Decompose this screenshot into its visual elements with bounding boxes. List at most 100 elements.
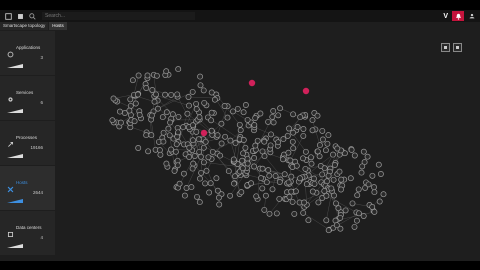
host-node[interactable] <box>173 141 180 148</box>
host-node[interactable] <box>355 186 362 193</box>
host-node[interactable] <box>262 192 269 199</box>
host-node[interactable] <box>205 154 212 161</box>
host-node[interactable] <box>202 138 209 145</box>
host-node[interactable] <box>201 99 208 106</box>
host-node[interactable] <box>153 72 160 79</box>
host-node[interactable] <box>267 142 274 149</box>
host-node[interactable] <box>334 145 341 152</box>
host-node[interactable] <box>222 133 229 140</box>
tab-smartscape[interactable]: Smartscape topology <box>0 22 49 30</box>
host-node[interactable] <box>236 121 243 128</box>
host-node[interactable] <box>238 189 245 196</box>
host-node[interactable] <box>195 136 202 143</box>
host-node[interactable] <box>248 180 255 187</box>
host-node[interactable] <box>190 160 197 167</box>
tab-hosts[interactable]: Hosts <box>49 22 67 30</box>
host-node[interactable] <box>131 118 138 125</box>
host-node[interactable] <box>180 124 187 131</box>
host-node[interactable] <box>356 210 362 217</box>
host-node[interactable] <box>169 111 176 118</box>
host-node[interactable] <box>257 110 264 117</box>
host-node[interactable] <box>300 132 307 139</box>
host-node[interactable] <box>290 129 297 136</box>
host-node[interactable] <box>208 109 215 116</box>
host-node[interactable] <box>342 207 349 214</box>
host-node[interactable] <box>186 102 192 109</box>
host-node[interactable] <box>143 85 150 91</box>
host-node[interactable] <box>270 108 277 114</box>
host-node[interactable] <box>200 87 207 94</box>
host-node[interactable] <box>280 156 286 163</box>
host-node[interactable] <box>153 91 159 98</box>
host-node[interactable] <box>365 181 372 188</box>
host-node[interactable] <box>242 144 249 151</box>
host-node[interactable] <box>331 162 338 168</box>
host-node[interactable] <box>232 173 238 180</box>
host-node[interactable] <box>132 100 139 107</box>
host-node[interactable] <box>198 169 205 176</box>
host-node[interactable] <box>175 66 182 73</box>
host-node[interactable] <box>351 223 358 230</box>
host-node[interactable] <box>116 108 123 115</box>
home-icon[interactable] <box>16 12 24 20</box>
host-node[interactable] <box>380 191 387 198</box>
host-node[interactable] <box>253 193 260 200</box>
host-node[interactable] <box>324 140 331 147</box>
host-node[interactable] <box>127 96 134 103</box>
host-node[interactable] <box>196 199 203 206</box>
host-node[interactable] <box>189 88 196 95</box>
host-node[interactable] <box>330 176 337 183</box>
host-node[interactable] <box>167 119 174 126</box>
host-node[interactable] <box>175 113 182 120</box>
host-node[interactable] <box>208 89 215 96</box>
host-node[interactable] <box>316 153 323 160</box>
host-node[interactable] <box>197 73 204 80</box>
host-node[interactable] <box>186 154 193 160</box>
host-node[interactable] <box>251 155 258 161</box>
host-node[interactable] <box>287 157 294 164</box>
host-node[interactable] <box>172 148 179 155</box>
host-node[interactable] <box>160 138 167 145</box>
host-node[interactable] <box>244 160 251 167</box>
host-node[interactable] <box>175 129 182 136</box>
host-node[interactable] <box>117 119 124 126</box>
host-node[interactable] <box>218 120 225 127</box>
host-node[interactable] <box>174 162 181 169</box>
host-node[interactable] <box>174 91 181 98</box>
host-node[interactable] <box>215 194 222 201</box>
host-node[interactable] <box>371 189 378 196</box>
host-node[interactable] <box>333 200 339 207</box>
host-node[interactable] <box>321 188 328 194</box>
host-node[interactable] <box>369 172 376 179</box>
host-node[interactable] <box>200 144 207 151</box>
host-node[interactable] <box>323 192 330 199</box>
host-node[interactable] <box>338 176 345 183</box>
host-node[interactable] <box>242 102 249 108</box>
host-node[interactable] <box>196 114 203 121</box>
menu-icon[interactable] <box>4 12 12 20</box>
alert-button[interactable] <box>452 11 464 21</box>
host-node[interactable] <box>353 217 360 224</box>
host-node[interactable] <box>189 122 196 129</box>
host-node[interactable] <box>189 137 196 144</box>
host-node[interactable] <box>252 142 259 149</box>
host-node[interactable] <box>244 116 251 123</box>
host-node[interactable] <box>180 170 187 177</box>
host-node[interactable] <box>325 132 332 139</box>
host-node[interactable] <box>181 192 188 199</box>
host-node[interactable] <box>369 204 376 210</box>
host-node[interactable] <box>289 138 296 145</box>
host-node[interactable] <box>347 175 354 182</box>
host-node[interactable] <box>163 109 170 116</box>
host-node[interactable] <box>252 115 259 121</box>
host-node[interactable] <box>273 210 280 217</box>
topology-canvas[interactable] <box>56 31 480 261</box>
host-node[interactable] <box>371 208 378 215</box>
sidebar-card-applications[interactable]: Applications 3 <box>0 31 55 76</box>
host-node[interactable] <box>265 118 272 125</box>
host-node[interactable] <box>165 125 172 132</box>
host-node[interactable] <box>197 82 204 89</box>
host-node[interactable] <box>297 114 304 121</box>
host-node[interactable] <box>149 87 156 93</box>
host-node[interactable] <box>145 148 152 155</box>
